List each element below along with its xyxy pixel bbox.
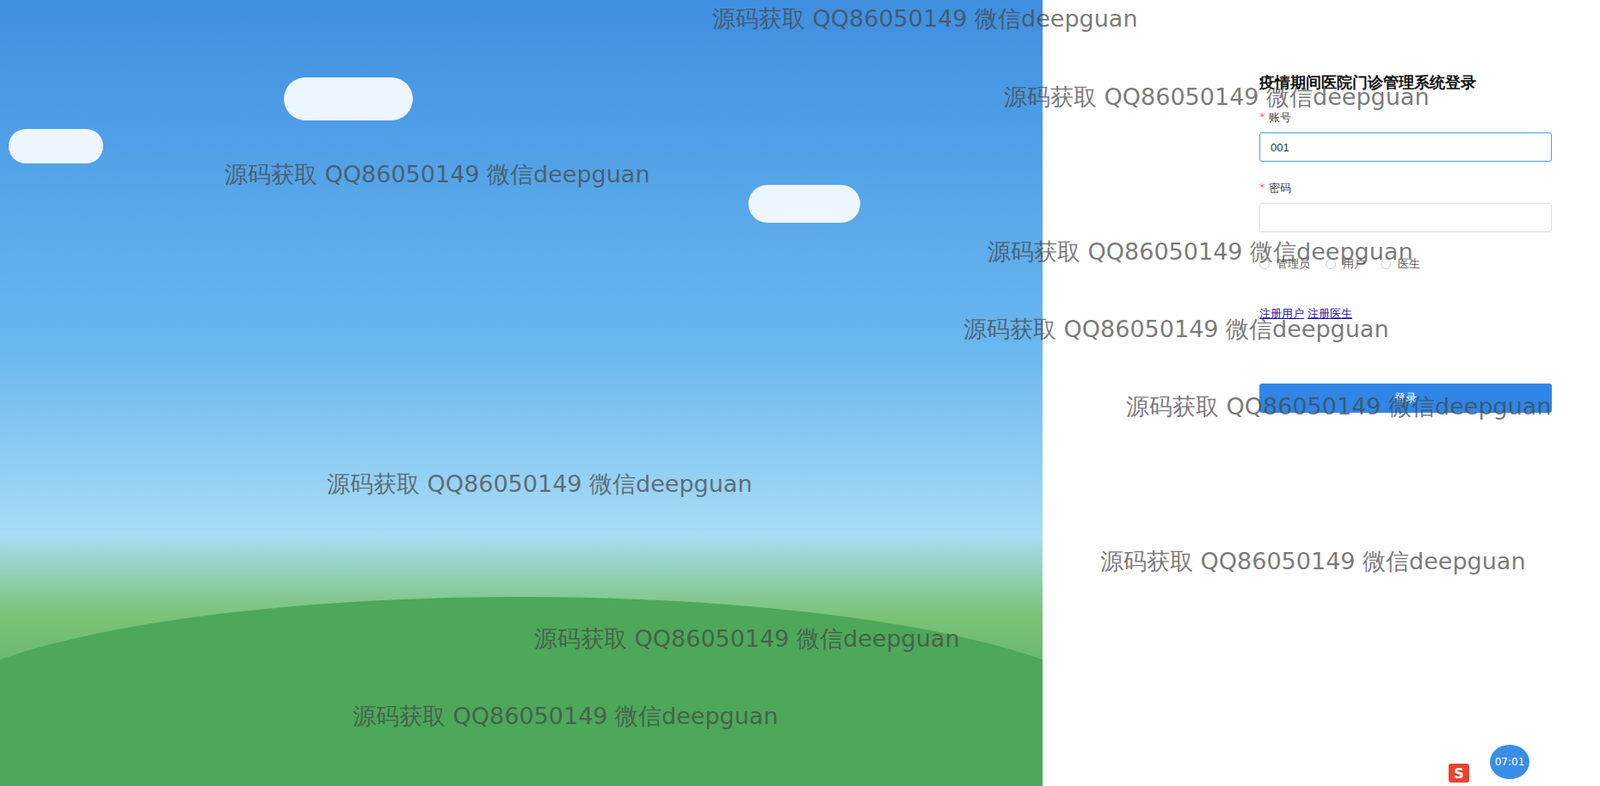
field-label: *账号 <box>1259 110 1552 126</box>
watermark-layer: 源码获取 QQ86050149 微信deepguan 源码获取 QQ8605014… <box>0 0 1600 786</box>
watermark: 源码获取 QQ86050149 微信deepguan <box>224 159 651 191</box>
watermark: 源码获取 QQ86050149 微信deepguan <box>1126 391 1552 423</box>
register-link[interactable]: 注册用户 <box>1259 306 1305 322</box>
radio-icon[interactable] <box>1380 258 1391 270</box>
cloud-icon <box>283 77 413 121</box>
watermark: 源码获取 QQ86050149 微信deepguan <box>712 3 1139 35</box>
cloud-icon <box>748 184 861 223</box>
role-radio-group: 管理员用户医生 <box>1259 256 1552 272</box>
hills-icon <box>0 596 1043 786</box>
sogou-icon: S <box>1448 763 1470 783</box>
banner-image <box>0 0 1043 786</box>
cloud-icon <box>8 129 104 164</box>
role-radio[interactable]: 医生 <box>1380 256 1421 272</box>
radio-icon[interactable] <box>1259 258 1270 270</box>
required-mark: * <box>1259 180 1266 197</box>
login-panel: 疫情期间医院门诊管理系统登录*账号*密码管理员用户医生注册用户注册医生登录 <box>1042 0 1600 786</box>
watermark: 源码获取 QQ86050149 微信deepguan <box>352 701 779 733</box>
register-links: 注册用户注册医生 <box>1259 306 1552 322</box>
field-input[interactable] <box>1259 203 1552 233</box>
login-page: 疫情期间医院门诊管理系统登录*账号*密码管理员用户医生注册用户注册医生登录源码获… <box>0 0 1600 786</box>
form-field: *密码 <box>1259 180 1552 233</box>
role-radio[interactable]: 用户 <box>1325 256 1366 272</box>
watermark: 源码获取 QQ86050149 微信deepguan <box>1003 81 1430 113</box>
radio-icon[interactable] <box>1325 258 1336 270</box>
watermark: 源码获取 QQ86050149 微信deepguan <box>534 623 960 655</box>
required-mark: * <box>1259 110 1266 126</box>
recorder-timer[interactable]: 07:01 <box>1489 744 1530 780</box>
login-form: 疫情期间医院门诊管理系统登录*账号*密码管理员用户医生注册用户注册医生登录 <box>1259 72 1552 413</box>
watermark: 源码获取 QQ86050149 微信deepguan <box>326 468 753 500</box>
role-radio[interactable]: 管理员 <box>1259 256 1311 272</box>
watermark: 源码获取 QQ86050149 微信deepguan <box>963 313 1390 345</box>
form-field: *账号 <box>1259 110 1552 162</box>
watermark: 源码获取 QQ86050149 微信deepguan <box>1100 546 1527 578</box>
login-button[interactable]: 登录 <box>1259 383 1552 413</box>
field-input[interactable] <box>1259 132 1552 162</box>
field-label: *密码 <box>1259 180 1552 197</box>
register-link[interactable]: 注册医生 <box>1307 306 1353 322</box>
watermark: 源码获取 QQ86050149 微信deepguan <box>987 236 1414 268</box>
login-title: 疫情期间医院门诊管理系统登录 <box>1259 72 1552 93</box>
